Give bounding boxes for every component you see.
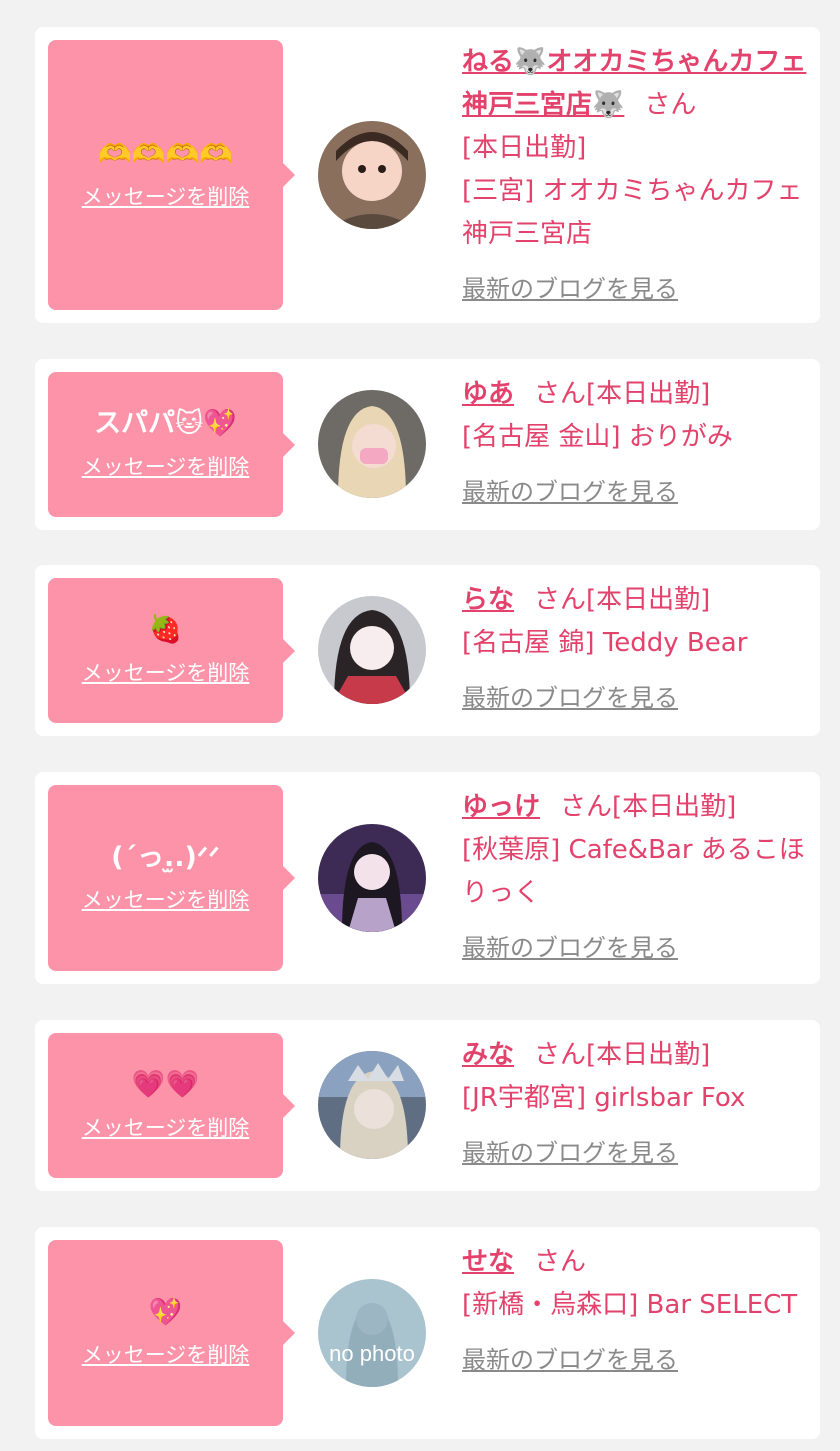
delete-message-link[interactable]: メッセージを削除 [82, 451, 250, 481]
delete-message-link[interactable]: メッセージを削除 [82, 1112, 250, 1142]
shop-name: [名古屋 錦] Teddy Bear [462, 628, 748, 658]
cast-info: みな さん[本日出勤] [JR宇都宮] girlsbar Fox 最新のブログを見… [462, 1034, 807, 1175]
message-text: 💗💗 [131, 1069, 200, 1101]
honorific: さん [644, 90, 697, 120]
shop-name: [JR宇都宮] girlsbar Fox [462, 1083, 746, 1113]
message-bubble: 🍓 メッセージを削除 [48, 578, 295, 723]
delete-message-link[interactable]: メッセージを削除 [82, 884, 250, 914]
delete-message-link[interactable]: メッセージを削除 [82, 1339, 250, 1369]
message-text: 💖 [148, 1296, 183, 1328]
message-bubble: スパパ🐱💖 メッセージを削除 [48, 372, 295, 517]
list-item: 💗💗 メッセージを削除 みな さん[本日出勤] [JR宇都宮] girlsbar … [35, 1020, 820, 1191]
shop-name: [新橋・烏森口] Bar SELECT [462, 1290, 798, 1320]
no-photo-text: no photo [329, 1341, 415, 1366]
message-text: (ˊっ.̫.)ᐟᐟ [111, 841, 220, 873]
work-status: [本日出勤] [586, 379, 711, 409]
delete-message-link[interactable]: メッセージを削除 [82, 657, 250, 687]
cast-name-link[interactable]: ねる🐺オオカミちゃんカフェ神戸三宮店🐺 [462, 47, 806, 120]
message-bubble: 🫶🫶🫶🫶 メッセージを削除 [48, 40, 295, 310]
shop-name: [三宮] オオカミちゃんカフェ神戸三宮店 [462, 176, 803, 249]
cast-info: ゆあ さん[本日出勤] [名古屋 金山] おりがみ 最新のブログを見る [462, 373, 807, 514]
avatar[interactable] [318, 390, 426, 498]
work-status: [本日出勤] [462, 133, 587, 163]
work-status: [本日出勤] [586, 1040, 711, 1070]
latest-blog-link[interactable]: 最新のブログを見る [462, 471, 678, 514]
honorific: さん [534, 1247, 587, 1277]
cast-name-link[interactable]: みな [462, 1040, 514, 1070]
list-item: (ˊっ.̫.)ᐟᐟ メッセージを削除 ゆっけ さん[本日出勤] [秋葉原] Caf… [35, 772, 820, 984]
cast-name-link[interactable]: ゆっけ [462, 792, 540, 822]
favorite-list: 🫶🫶🫶🫶 メッセージを削除 ねる🐺オオカミちゃんカフェ神戸三宮店🐺 さん [本日出… [0, 0, 840, 1451]
cast-info: ゆっけ さん[本日出勤] [秋葉原] Cafe&Bar あるこほりっく 最新のブロ… [462, 786, 807, 970]
cast-name-link[interactable]: らな [462, 585, 514, 615]
avatar[interactable] [318, 1051, 426, 1159]
latest-blog-link[interactable]: 最新のブログを見る [462, 677, 678, 720]
avatar[interactable] [318, 824, 426, 932]
honorific: さん [534, 585, 587, 615]
cast-info: らな さん[本日出勤] [名古屋 錦] Teddy Bear 最新のブログを見る [462, 579, 807, 720]
latest-blog-link[interactable]: 最新のブログを見る [462, 1132, 678, 1175]
honorific: さん [534, 1040, 587, 1070]
message-text: 🫶🫶🫶🫶 [98, 138, 233, 170]
avatar[interactable]: no photo [318, 1279, 426, 1387]
avatar[interactable] [318, 596, 426, 704]
work-status: [本日出勤] [586, 585, 711, 615]
list-item: スパパ🐱💖 メッセージを削除 ゆあ さん[本日出勤] [名古屋 金山] おりがみ … [35, 359, 820, 530]
work-status: [本日出勤] [612, 792, 737, 822]
message-text: スパパ🐱💖 [94, 408, 237, 440]
message-bubble: 💗💗 メッセージを削除 [48, 1033, 295, 1178]
honorific: さん [534, 379, 587, 409]
shop-name: [秋葉原] Cafe&Bar あるこほりっく [462, 835, 805, 908]
cast-info: ねる🐺オオカミちゃんカフェ神戸三宮店🐺 さん [本日出勤] [三宮] オオカミちゃ… [462, 41, 807, 311]
message-bubble: (ˊっ.̫.)ᐟᐟ メッセージを削除 [48, 785, 295, 971]
message-bubble: 💖 メッセージを削除 [48, 1240, 295, 1426]
honorific: さん [560, 792, 613, 822]
latest-blog-link[interactable]: 最新のブログを見る [462, 1339, 678, 1382]
shop-name: [名古屋 金山] おりがみ [462, 422, 733, 452]
list-item: 🍓 メッセージを削除 らな さん[本日出勤] [名古屋 錦] Teddy Bear… [35, 565, 820, 736]
cast-name-link[interactable]: ゆあ [462, 379, 514, 409]
latest-blog-link[interactable]: 最新のブログを見る [462, 268, 678, 311]
delete-message-link[interactable]: メッセージを削除 [82, 181, 250, 211]
list-item: 💖 メッセージを削除 no photo せな さん [新橋・烏森口] Bar SE… [35, 1227, 820, 1439]
list-item: 🫶🫶🫶🫶 メッセージを削除 ねる🐺オオカミちゃんカフェ神戸三宮店🐺 さん [本日出… [35, 27, 820, 323]
message-text: 🍓 [148, 614, 183, 646]
latest-blog-link[interactable]: 最新のブログを見る [462, 927, 678, 970]
cast-name-link[interactable]: せな [462, 1247, 514, 1277]
cast-info: せな さん [新橋・烏森口] Bar SELECT 最新のブログを見る [462, 1241, 807, 1382]
avatar[interactable] [318, 121, 426, 229]
